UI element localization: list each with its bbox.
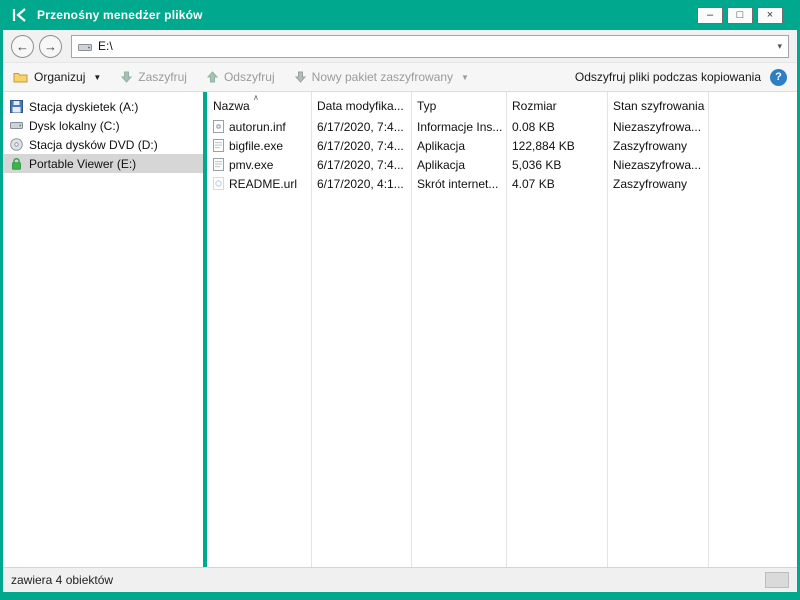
folder-icon: [13, 71, 28, 83]
sidebar-item-dvd-d[interactable]: Stacja dysków DVD (D:): [3, 135, 203, 154]
column-header-name[interactable]: Nazwa: [207, 99, 311, 113]
navigation-bar: ← → E:\ ▾: [3, 30, 797, 62]
column-header-size[interactable]: Rozmiar: [506, 99, 607, 113]
resize-grip[interactable]: [765, 572, 789, 588]
sidebar-item-portable-viewer-e[interactable]: Portable Viewer (E:): [3, 154, 203, 173]
inf-file-icon: [213, 120, 224, 133]
toolbar: Organizuj ▼ Zaszyfruj Odszyfruj: [3, 62, 797, 92]
list-header: ∧ Nazwa Data modyfika... Typ Rozmiar Sta…: [207, 95, 797, 117]
file-list: ∧ Nazwa Data modyfika... Typ Rozmiar Sta…: [207, 92, 797, 567]
decrypt-on-copy-button[interactable]: Odszyfruj pliki podczas kopiowania: [575, 70, 761, 84]
window-title: Przenośny menedżer plików: [37, 8, 203, 22]
toolbar-right: Odszyfruj pliki podczas kopiowania ?: [575, 69, 787, 86]
decrypt-arrow-up-icon: [207, 71, 218, 83]
kaspersky-logo-icon: [11, 7, 28, 23]
column-separator[interactable]: [607, 92, 608, 567]
address-text: E:\: [98, 39, 113, 53]
address-dropdown-icon[interactable]: ▾: [777, 41, 782, 52]
encrypt-arrow-down-icon: [121, 71, 132, 83]
drive-icon: [78, 41, 92, 52]
window-controls: – □ ×: [697, 7, 789, 24]
lock-icon: [10, 157, 23, 170]
package-dropdown-icon: ▼: [461, 73, 469, 82]
status-bar: zawiera 4 obiektów: [3, 567, 797, 592]
content-area: Stacja dyskietek (A:) Dysk lokalny (C:): [3, 92, 797, 567]
close-button[interactable]: ×: [757, 7, 783, 24]
sidebar-item-local-c[interactable]: Dysk lokalny (C:): [3, 116, 203, 135]
organize-button[interactable]: Organizuj ▼: [13, 70, 101, 84]
portable-file-manager-window: Przenośny menedżer plików – □ × ← → E:\ …: [0, 0, 800, 600]
exe-file-icon: [213, 139, 224, 152]
package-arrow-down-icon: [295, 71, 306, 83]
forward-button[interactable]: →: [39, 35, 62, 58]
sidebar-item-floppy-a[interactable]: Stacja dyskietek (A:): [3, 97, 203, 116]
sort-ascending-icon: ∧: [253, 93, 259, 102]
decrypt-button[interactable]: Odszyfruj: [207, 70, 275, 84]
status-text: zawiera 4 obiektów: [11, 573, 113, 587]
title-bar: Przenośny menedżer plików – □ ×: [3, 0, 797, 30]
minimize-button[interactable]: –: [697, 7, 723, 24]
back-button[interactable]: ←: [11, 35, 34, 58]
exe-file-icon: [213, 158, 224, 171]
help-icon[interactable]: ?: [770, 69, 787, 86]
new-encrypted-package-button[interactable]: Nowy pakiet zaszyfrowany ▼: [295, 70, 469, 84]
dvd-icon: [10, 138, 23, 151]
column-separator[interactable]: [506, 92, 507, 567]
column-header-encryption[interactable]: Stan szyfrowania: [607, 99, 708, 113]
column-separator[interactable]: [708, 92, 709, 567]
hdd-icon: [10, 119, 23, 132]
url-shortcut-icon: [213, 177, 224, 190]
drive-sidebar: Stacja dyskietek (A:) Dysk lokalny (C:): [3, 92, 203, 567]
encrypt-button[interactable]: Zaszyfruj: [121, 70, 187, 84]
address-bar[interactable]: E:\ ▾: [71, 35, 789, 58]
maximize-button[interactable]: □: [727, 7, 753, 24]
column-header-type[interactable]: Typ: [411, 99, 506, 113]
column-separator[interactable]: [411, 92, 412, 567]
column-header-modified[interactable]: Data modyfika...: [311, 99, 411, 113]
column-separator[interactable]: [311, 92, 312, 567]
organize-dropdown-icon: ▼: [93, 73, 101, 82]
floppy-icon: [10, 100, 23, 113]
